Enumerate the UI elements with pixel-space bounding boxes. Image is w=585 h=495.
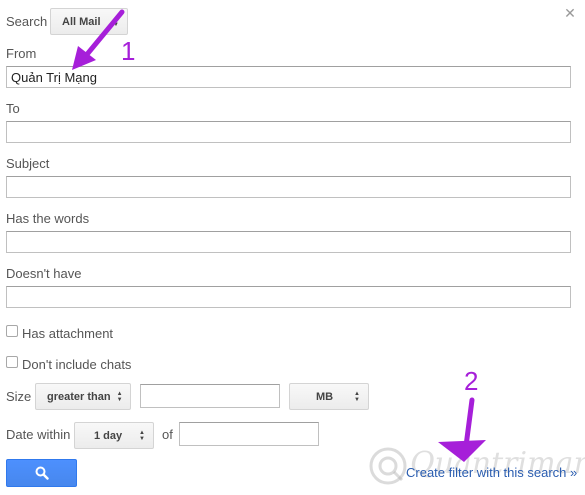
has-words-label: Has the words (6, 211, 90, 226)
search-button[interactable] (6, 459, 77, 487)
date-of-input[interactable] (179, 422, 319, 446)
has-words-input[interactable] (6, 231, 571, 253)
from-label: From (6, 46, 37, 61)
has-attachment-label: Has attachment (22, 326, 114, 341)
dont-include-chats-checkbox[interactable] (6, 356, 18, 368)
subject-input[interactable] (6, 176, 571, 198)
annotation-step-1: 1 (121, 36, 136, 66)
doesnt-have-input[interactable] (6, 286, 571, 308)
create-filter-link[interactable]: Create filter with this search » (406, 465, 577, 480)
select-arrows-icon: ▲▼ (139, 429, 145, 442)
size-label: Size (6, 389, 32, 404)
subject-label: Subject (6, 156, 50, 171)
size-comparator-select[interactable]: greater than ▲ ▼ (35, 383, 131, 410)
to-input[interactable] (6, 121, 571, 143)
has-attachment-checkbox[interactable] (6, 325, 18, 337)
select-arrows-icon: ▲▼ (354, 390, 360, 403)
to-label: To (6, 101, 20, 116)
dont-include-chats-label: Don't include chats (22, 357, 132, 372)
select-arrows-icon: ▲▼ (116, 390, 123, 403)
search-options-panel: Search All Mail ▲▼ ✕ From To Subject Has… (0, 0, 585, 495)
date-range-select[interactable]: 1 day ▲ ▼ (74, 422, 154, 449)
size-value-input[interactable] (140, 384, 280, 408)
watermark-logo-icon (369, 447, 407, 485)
size-unit-select[interactable]: MB ▲ ▼ (289, 383, 369, 410)
size-comparator-value: greater than (47, 390, 111, 403)
annotation-step-2: 2 (464, 366, 479, 396)
doesnt-have-label: Doesn't have (6, 266, 82, 281)
close-icon[interactable]: ✕ (563, 6, 577, 20)
date-range-value: 1 day (94, 429, 123, 442)
size-unit-value: MB (316, 390, 334, 403)
search-icon (35, 466, 49, 480)
of-label: of (162, 427, 173, 442)
date-within-label: Date within (6, 427, 71, 442)
annotation-arrow-2 (438, 397, 486, 462)
search-label: Search (6, 14, 48, 29)
